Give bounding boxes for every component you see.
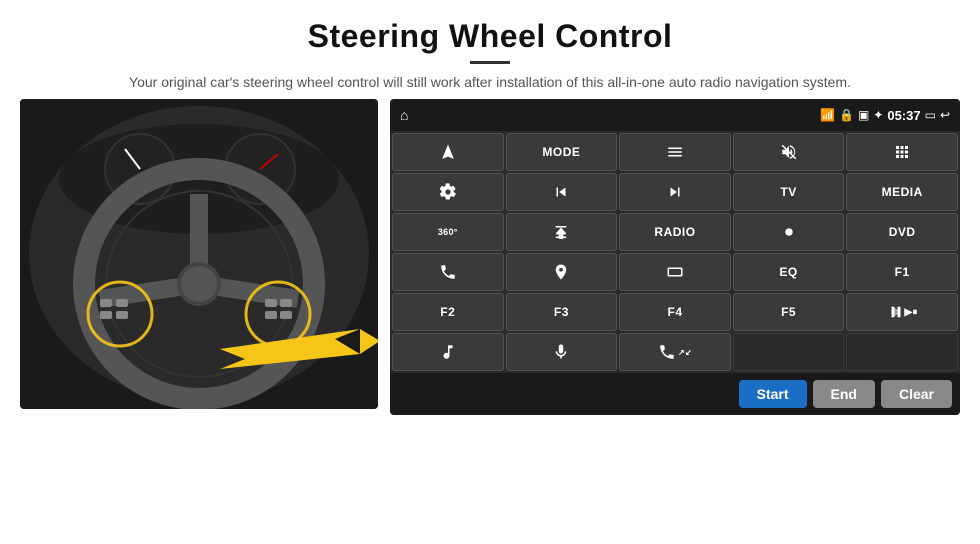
button-grid: MODE <box>390 131 960 373</box>
end-button[interactable]: End <box>813 380 875 408</box>
btn-apps[interactable] <box>846 133 958 171</box>
btn-media[interactable]: MEDIA <box>846 173 958 211</box>
header: Steering Wheel Control Your original car… <box>0 0 980 99</box>
back-icon[interactable]: ↩ <box>940 108 950 122</box>
btn-rectangle[interactable] <box>619 253 731 291</box>
btn-list[interactable] <box>619 133 731 171</box>
btn-brightness[interactable] <box>733 213 845 251</box>
status-bar: ⌂ 📶 🔒 ▣ ✦ 05:37 ▭ ↩ <box>390 99 960 131</box>
start-button[interactable]: Start <box>739 380 807 408</box>
cast-icon: ▭ <box>925 108 936 122</box>
btn-phone[interactable] <box>392 253 504 291</box>
btn-answer-call[interactable]: ↗↙ <box>619 333 731 371</box>
btn-f4[interactable]: F4 <box>619 293 731 331</box>
btn-play-pause[interactable]: ▶⏸ <box>846 293 958 331</box>
btn-music[interactable] <box>392 333 504 371</box>
page: Steering Wheel Control Your original car… <box>0 0 980 544</box>
btn-next[interactable] <box>619 173 731 211</box>
clear-button[interactable]: Clear <box>881 380 952 408</box>
sim-icon: ▣ <box>858 108 869 122</box>
btn-eject[interactable] <box>506 213 618 251</box>
control-panel: ⌂ 📶 🔒 ▣ ✦ 05:37 ▭ ↩ MODE <box>390 99 960 415</box>
bt-icon: ✦ <box>873 108 883 122</box>
bottom-action-bar: Start End Clear <box>390 373 960 415</box>
btn-empty-2 <box>846 333 958 371</box>
btn-dvd[interactable]: DVD <box>846 213 958 251</box>
page-title: Steering Wheel Control <box>40 18 940 55</box>
home-icon[interactable]: ⌂ <box>400 107 408 123</box>
btn-navigate[interactable] <box>392 133 504 171</box>
header-divider <box>470 61 510 64</box>
btn-mode[interactable]: MODE <box>506 133 618 171</box>
wifi-icon: 📶 <box>820 108 835 122</box>
btn-tv[interactable]: TV <box>733 173 845 211</box>
header-subtitle: Your original car's steering wheel contr… <box>40 72 940 93</box>
btn-gps[interactable] <box>506 253 618 291</box>
btn-f3[interactable]: F3 <box>506 293 618 331</box>
steering-wheel-image <box>20 99 378 409</box>
btn-settings[interactable] <box>392 173 504 211</box>
content-area: ⌂ 📶 🔒 ▣ ✦ 05:37 ▭ ↩ MODE <box>0 99 980 544</box>
btn-radio[interactable]: RADIO <box>619 213 731 251</box>
status-icons: 📶 🔒 ▣ ✦ 05:37 ▭ ↩ <box>820 108 950 123</box>
status-time: 05:37 <box>887 108 920 123</box>
btn-prev[interactable] <box>506 173 618 211</box>
btn-mute[interactable] <box>733 133 845 171</box>
btn-empty-1 <box>733 333 845 371</box>
lock-icon: 🔒 <box>839 108 854 122</box>
btn-eq[interactable]: EQ <box>733 253 845 291</box>
btn-f1[interactable]: F1 <box>846 253 958 291</box>
btn-f2[interactable]: F2 <box>392 293 504 331</box>
btn-360[interactable]: 360° <box>392 213 504 251</box>
btn-f5[interactable]: F5 <box>733 293 845 331</box>
btn-mic[interactable] <box>506 333 618 371</box>
